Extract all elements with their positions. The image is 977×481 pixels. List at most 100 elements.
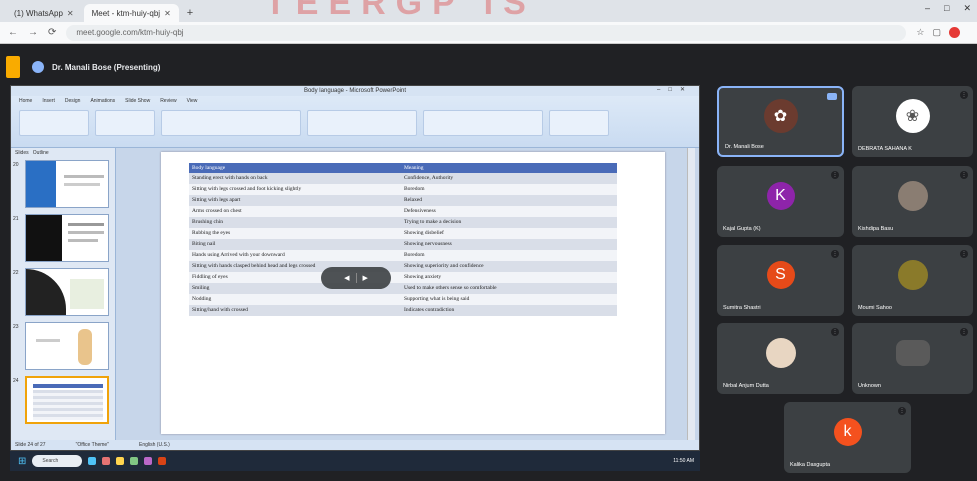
new-tab-button[interactable]: + [181, 4, 199, 22]
participant-tile[interactable]: S ⋮ Sumitra Shastri [717, 245, 844, 316]
maximize-icon[interactable]: □ [944, 3, 949, 14]
browser-tab-meet[interactable]: Meet - ktm-huiy-qbj ✕ [83, 4, 179, 22]
avatar: ✿ [763, 99, 798, 134]
close-tab-icon[interactable]: ✕ [67, 9, 74, 18]
language: English (U.S.) [138, 442, 170, 448]
outline-tab[interactable]: Outline [33, 150, 49, 156]
avatar: S [766, 260, 795, 289]
ribbon-tab[interactable]: View [187, 98, 198, 104]
table-cell: Indicates contradiction [401, 305, 617, 316]
participant-tile[interactable]: ⋮ Nirbal Anjum Dutta [717, 323, 844, 394]
reload-icon[interactable]: ⟳ [48, 27, 56, 38]
muted-mic-icon: ⋮ [960, 250, 968, 258]
current-slide[interactable]: Body language Meaning Standing erect wit… [161, 152, 665, 434]
table-cell: Hands using Arrived with your downward [189, 250, 401, 261]
powerpoint-status-bar: Slide 24 of 27 "Office Theme" English (U… [11, 440, 699, 450]
table-cell: Showing superiority and confidence [401, 261, 617, 272]
participant-name: Dr. Manali Bose [725, 144, 764, 150]
paragraph-group[interactable] [307, 110, 417, 136]
presentation-controls-pill[interactable]: ◀ ▶ [321, 267, 391, 289]
app-icon[interactable] [130, 457, 139, 465]
table-cell: Supporting what is being said [401, 294, 617, 305]
editing-group[interactable] [549, 110, 609, 136]
table-cell: Showing disbelief [401, 228, 617, 239]
app-icon[interactable] [116, 457, 125, 465]
participant-name: Sumitra Shastri [723, 305, 761, 311]
ribbon-tab[interactable]: Review [160, 98, 176, 104]
minimize-icon[interactable]: – [925, 3, 930, 14]
participant-name: Moumi Sahoo [858, 305, 892, 311]
ribbon-tab[interactable]: Animations [90, 98, 115, 104]
participant-name: Kajal Gupta (K) [723, 226, 761, 232]
app-icon[interactable] [88, 457, 97, 465]
table-cell: Nodding [189, 294, 401, 305]
table-cell: Boredom [401, 250, 617, 261]
window-controls: – □ ✕ [925, 3, 971, 14]
drawing-group[interactable] [423, 110, 543, 136]
table-row: Rubbing the eyes Showing disbelief [189, 228, 617, 239]
table-cell: Sitting/hand with crossed [189, 305, 401, 316]
slide-thumbnail[interactable] [25, 160, 109, 208]
ribbon-tab[interactable]: Insert [42, 98, 55, 104]
participant-tile[interactable]: ⋮ Moumi Sahoo [852, 245, 973, 316]
participant-name: DEBRATA SAHANA K [858, 146, 912, 152]
back-icon[interactable]: ← [8, 27, 18, 38]
app-icon[interactable] [144, 457, 153, 465]
participant-tile[interactable]: ⋮ Kishdipa Basu [852, 166, 973, 237]
next-icon[interactable]: ▶ [363, 274, 368, 282]
app-icon[interactable] [158, 457, 167, 465]
windows-taskbar: ⊞ Search 11:50 AM [10, 451, 700, 471]
meet-logo-icon [6, 56, 20, 78]
muted-mic-icon: ⋮ [960, 328, 968, 336]
url-field[interactable]: meet.google.com/ktm-huiy-qbj [66, 24, 907, 41]
slide-thumbnail[interactable] [25, 214, 109, 262]
table-row: Sitting/hand with crossed Indicates contr… [189, 305, 617, 316]
slides-group[interactable] [95, 110, 155, 136]
browser-tab-bar: (1) WhatsApp ✕ Meet - ktm-huiy-qbj ✕ + –… [0, 0, 977, 22]
taskbar-search[interactable]: Search [32, 455, 83, 467]
app-icon[interactable] [102, 457, 111, 465]
participant-tile[interactable]: ✿ Dr. Manali Bose [717, 86, 844, 157]
muted-mic-icon: ⋮ [960, 171, 968, 179]
slides-tab[interactable]: Slides [15, 150, 29, 156]
tab-label: (1) WhatsApp [14, 8, 63, 18]
address-toolbar: ← → ⟳ meet.google.com/ktm-huiy-qbj ☆ ▢ [0, 22, 977, 44]
table-cell: Showing nervousness [401, 239, 617, 250]
table-header-row: Body language Meaning [189, 163, 617, 173]
body-language-table: Body language Meaning Standing erect wit… [189, 163, 617, 316]
avatar [895, 339, 930, 366]
forward-icon[interactable]: → [28, 27, 38, 38]
star-icon[interactable]: ☆ [916, 27, 924, 38]
table-cell: Sitting with legs apart [189, 195, 401, 206]
clipboard-group[interactable] [19, 110, 89, 136]
participant-tile[interactable]: ❀ ⋮ DEBRATA SAHANA K [852, 86, 973, 157]
profile-avatar[interactable] [948, 27, 960, 38]
table-cell: Standing erect with hands on back [189, 173, 401, 184]
ribbon-tab[interactable]: Slide Show [125, 98, 150, 104]
slide-thumbnail[interactable] [25, 322, 109, 370]
avatar: ❀ [895, 98, 930, 133]
slide-thumbnail-selected[interactable] [25, 376, 109, 424]
tab-label: Meet - ktm-huiy-qbj [91, 8, 161, 18]
browser-tab-whatsapp[interactable]: (1) WhatsApp ✕ [6, 4, 82, 22]
close-window-icon[interactable]: ✕ [963, 3, 971, 14]
ribbon-tab[interactable]: Home [19, 98, 32, 104]
font-group[interactable] [161, 110, 301, 136]
previous-icon[interactable]: ◀ [344, 274, 349, 282]
slide-thumbnail[interactable] [25, 268, 109, 316]
extensions-icon[interactable]: ▢ [932, 27, 941, 38]
participant-tile[interactable]: K ⋮ Kajal Gupta (K) [717, 166, 844, 237]
table-row: Sitting with legs crossed and foot kicki… [189, 184, 617, 195]
speaking-indicator-icon [827, 93, 837, 100]
participant-tile[interactable]: ⋮ Unknown [852, 323, 973, 394]
close-tab-icon[interactable]: ✕ [164, 9, 171, 18]
pp-window-controls: –□✕ [657, 87, 693, 93]
participant-tile[interactable]: k ⋮ Kalika Dasgupta [784, 402, 911, 473]
slide-count: Slide 24 of 27 [15, 442, 46, 448]
ribbon-tab[interactable]: Design [65, 98, 81, 104]
meet-header: Dr. Manali Bose (Presenting) [0, 45, 977, 89]
participant-name: Kishdipa Basu [858, 226, 894, 232]
table-row: Sitting with legs apart Relaxed [189, 195, 617, 206]
vertical-scrollbar[interactable] [687, 148, 695, 442]
windows-start-icon[interactable]: ⊞ [18, 456, 26, 467]
